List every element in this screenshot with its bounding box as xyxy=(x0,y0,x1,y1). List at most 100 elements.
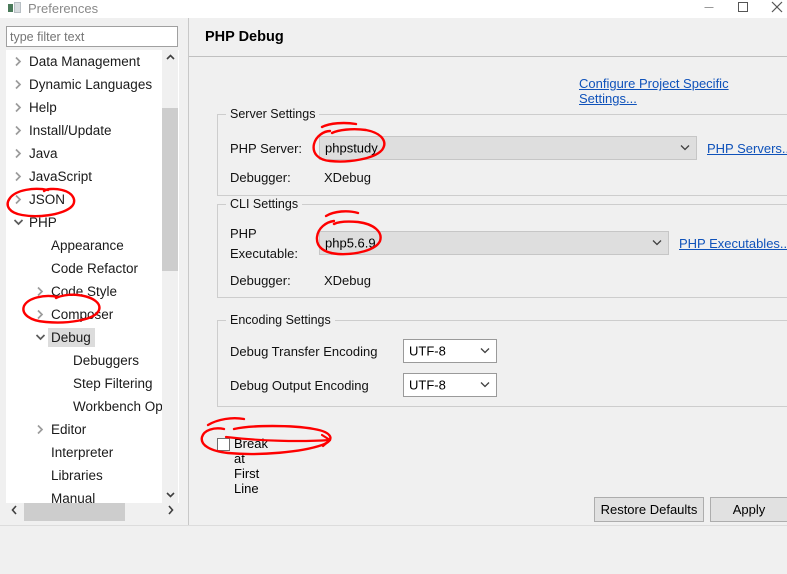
chevron-right-icon[interactable] xyxy=(11,165,25,188)
chevron-down-icon xyxy=(480,346,490,357)
sidebar-item-label: Data Management xyxy=(29,54,141,69)
chevron-right-icon[interactable] xyxy=(11,188,25,211)
title-divider xyxy=(189,56,787,57)
chevron-down-icon[interactable] xyxy=(33,326,47,349)
sidebar-item-label: Code Refactor xyxy=(51,261,139,276)
sidebar-item-javascript[interactable]: JavaScript xyxy=(7,165,169,188)
chevron-right-icon[interactable] xyxy=(11,119,25,142)
php-executable-value: php5.6.9 xyxy=(325,235,376,251)
tree-horizontal-scrollbar[interactable] xyxy=(6,503,178,521)
settings-panel: PHP Debug Configure Project Specific Set… xyxy=(188,18,787,525)
php-server-combo[interactable]: phpstudy xyxy=(319,136,697,160)
php-server-value: phpstudy xyxy=(325,140,378,156)
sidebar-item-workbench-op[interactable]: Workbench Op xyxy=(7,395,169,418)
sidebar-item-debug[interactable]: Debug xyxy=(7,326,169,349)
break-at-first-line-checkbox[interactable] xyxy=(217,438,230,451)
chevron-right-icon[interactable] xyxy=(11,50,25,73)
chevron-right-icon[interactable] xyxy=(11,142,25,165)
sidebar-item-step-filtering[interactable]: Step Filtering xyxy=(7,372,169,395)
search-input[interactable] xyxy=(6,26,178,47)
debug-transfer-encoding-value: UTF-8 xyxy=(409,343,446,359)
close-button[interactable] xyxy=(757,0,787,18)
sidebar-item-label: Step Filtering xyxy=(73,376,153,391)
sidebar-item-json[interactable]: JSON xyxy=(7,188,169,211)
cli-settings-group: CLI Settings PHP Executable: php5.6.9 PH… xyxy=(217,197,787,298)
sidebar-item-label: JavaScript xyxy=(29,169,93,184)
sidebar-item-code-refactor[interactable]: Code Refactor xyxy=(7,257,169,280)
cli-debugger-value: XDebug xyxy=(324,273,371,288)
preferences-tree[interactable]: Data Management Dynamic Languages Help Inst… xyxy=(6,50,179,503)
sidebar-item-label: Manual xyxy=(51,491,96,503)
chevron-right-icon[interactable] xyxy=(162,503,178,521)
dialog-footer: ? OK Cancel xyxy=(0,526,787,574)
cli-settings-label: CLI Settings xyxy=(226,197,303,211)
sidebar-item-composer[interactable]: Composer xyxy=(7,303,169,326)
tree-vertical-scrollbar[interactable] xyxy=(162,50,178,503)
debug-output-encoding-combo[interactable]: UTF-8 xyxy=(403,373,497,397)
scrollbar-thumb[interactable] xyxy=(24,503,125,521)
chevron-down-icon xyxy=(652,238,662,249)
sidebar-item-label: Help xyxy=(29,100,57,115)
server-settings-label: Server Settings xyxy=(226,107,320,121)
debug-output-encoding-label: Debug Output Encoding xyxy=(230,378,369,393)
sidebar-item-editor[interactable]: Editor xyxy=(7,418,169,441)
chevron-up-icon[interactable] xyxy=(162,50,178,66)
chevron-right-icon[interactable] xyxy=(33,418,47,441)
sidebar-item-libraries[interactable]: Libraries xyxy=(7,464,169,487)
chevron-down-icon xyxy=(480,380,490,391)
break-at-first-line-label: Break at First Line xyxy=(234,436,268,496)
sidebar-item-manual[interactable]: Manual xyxy=(7,487,169,503)
php-executable-label-line1: PHP xyxy=(230,226,257,241)
sidebar-item-data-management[interactable]: Data Management xyxy=(7,50,169,73)
chevron-down-icon[interactable] xyxy=(162,487,178,503)
sidebar-item-code-style[interactable]: Code Style xyxy=(7,280,169,303)
sidebar-item-label: JSON xyxy=(29,192,66,207)
sidebar-item-label: Debuggers xyxy=(73,353,140,368)
sidebar-item-label: Install/Update xyxy=(29,123,112,138)
sidebar-item-help[interactable]: Help xyxy=(7,96,169,119)
apply-button[interactable]: Apply xyxy=(710,497,787,522)
sidebar-item-label: Editor xyxy=(51,422,87,437)
chevron-right-icon[interactable] xyxy=(33,280,47,303)
chevron-down-icon[interactable] xyxy=(11,211,25,234)
preferences-icon xyxy=(8,2,22,14)
server-debugger-value: XDebug xyxy=(324,170,371,185)
sidebar-item-dynamic-languages[interactable]: Dynamic Languages xyxy=(7,73,169,96)
php-executable-combo[interactable]: php5.6.9 xyxy=(319,231,669,255)
sidebar-item-appearance[interactable]: Appearance xyxy=(7,234,169,257)
chevron-right-icon[interactable] xyxy=(33,303,47,326)
server-settings-group: Server Settings PHP Server: phpstudy PHP… xyxy=(217,107,787,196)
chevron-left-icon[interactable] xyxy=(6,503,22,521)
sidebar-item-label: Composer xyxy=(51,307,114,322)
chevron-right-icon[interactable] xyxy=(11,73,25,96)
chevron-right-icon[interactable] xyxy=(11,96,25,119)
sidebar-item-install-update[interactable]: Install/Update xyxy=(7,119,169,142)
server-debugger-label: Debugger: xyxy=(230,170,291,185)
encoding-settings-label: Encoding Settings xyxy=(226,313,335,327)
preferences-dialog: Preferences Data Management Dynamic Langu… xyxy=(0,0,787,574)
sidebar-item-label: Code Style xyxy=(51,284,118,299)
sidebar-item-interpreter[interactable]: Interpreter xyxy=(7,441,169,464)
debug-transfer-encoding-label: Debug Transfer Encoding xyxy=(230,344,378,359)
sidebar-item-label: Workbench Op xyxy=(73,399,163,414)
debug-output-encoding-value: UTF-8 xyxy=(409,377,446,393)
sidebar-item-debuggers[interactable]: Debuggers xyxy=(7,349,169,372)
sidebar-item-label: Debug xyxy=(51,330,91,345)
php-servers-link[interactable]: PHP Servers... xyxy=(707,141,787,156)
page-title: PHP Debug xyxy=(205,29,284,45)
cli-debugger-label: Debugger: xyxy=(230,273,291,288)
sidebar-item-php[interactable]: PHP xyxy=(7,211,169,234)
window-title: Preferences xyxy=(28,1,99,16)
php-executables-link[interactable]: PHP Executables... xyxy=(679,236,787,251)
sidebar-item-java[interactable]: Java xyxy=(7,142,169,165)
scrollbar-thumb[interactable] xyxy=(162,108,178,271)
encoding-settings-group: Encoding Settings Debug Transfer Encodin… xyxy=(217,313,787,407)
sidebar-item-label: Dynamic Languages xyxy=(29,77,153,92)
debug-transfer-encoding-combo[interactable]: UTF-8 xyxy=(403,339,497,363)
chevron-down-icon xyxy=(680,143,690,154)
sidebar-item-label: Appearance xyxy=(51,238,124,253)
sidebar-item-label: Libraries xyxy=(51,468,103,483)
configure-project-specific-settings-link[interactable]: Configure Project Specific Settings... xyxy=(579,76,787,106)
restore-defaults-button[interactable]: Restore Defaults xyxy=(594,497,704,522)
title-bar: Preferences xyxy=(0,0,787,18)
